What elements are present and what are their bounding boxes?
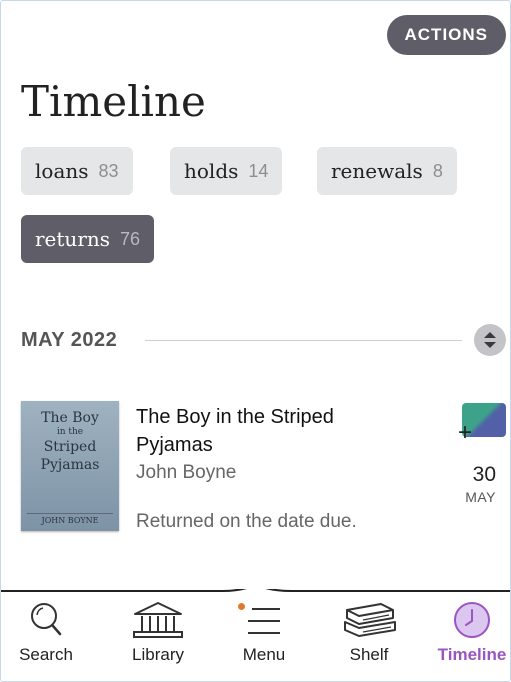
bottom-tab-bar: Search Library Menu Shelf Timeline [1, 589, 510, 681]
filter-chip-label: loans [35, 159, 89, 183]
month-header: MAY 2022 [21, 323, 506, 357]
cover-author: JOHN BOYNE [27, 513, 113, 525]
filter-chip-count: 8 [432, 160, 443, 181]
tab-library[interactable]: Library [113, 599, 203, 665]
tab-menu[interactable]: Menu [219, 599, 309, 665]
filter-chip-returns[interactable]: returns 76 [21, 215, 155, 263]
search-icon [29, 599, 63, 641]
filter-chip-label: returns [35, 227, 111, 251]
tab-label: Shelf [349, 645, 389, 664]
tab-label: Timeline [437, 645, 507, 664]
month-label: MAY 2022 [21, 328, 118, 351]
tab-timeline[interactable]: Timeline [427, 599, 510, 665]
cover-title-line: in the [56, 427, 84, 437]
filter-chip-label: holds [184, 159, 239, 183]
book-cover[interactable]: The Boy in the Striped Pyjamas JOHN BOYN… [21, 401, 119, 531]
clock-icon [452, 599, 492, 641]
tab-label: Library [132, 645, 184, 664]
filter-chip-renewals[interactable]: renewals 8 [317, 147, 457, 195]
actions-button[interactable]: ACTIONS [386, 15, 506, 55]
event-month: MAY [465, 489, 496, 505]
library-icon [129, 599, 187, 641]
event-day: 30 [472, 463, 496, 486]
tab-label: Menu [242, 645, 286, 664]
sort-updown-icon [484, 332, 496, 348]
app-frame: ACTIONS Timeline loans 83 holds 14 renew… [0, 0, 511, 682]
notification-dot [238, 603, 245, 610]
filter-chip-count: 83 [98, 160, 119, 181]
book-status: Returned on the date due. [136, 511, 357, 532]
page-title: Timeline [21, 77, 206, 126]
cover-title-line: The Boy [41, 410, 99, 426]
shelf-icon [341, 599, 397, 641]
tab-search[interactable]: Search [1, 599, 91, 665]
cover-title-line: Pyjamas [40, 457, 100, 473]
filter-chip-loans[interactable]: loans 83 [21, 147, 133, 195]
sort-toggle-button[interactable] [474, 324, 506, 356]
filter-chip-holds[interactable]: holds 14 [170, 147, 283, 195]
tab-label: Search [19, 645, 73, 664]
book-title[interactable]: The Boy in the Striped Pyjamas [136, 403, 386, 459]
filter-chip-count: 76 [120, 228, 141, 249]
cover-title-line: Striped [43, 439, 97, 455]
menu-icon [238, 599, 284, 641]
plus-icon: + [458, 419, 473, 446]
filter-chip-label: renewals [331, 159, 423, 183]
filter-chip-count: 14 [248, 160, 269, 181]
book-author: John Boyne [136, 462, 237, 483]
tab-shelf[interactable]: Shelf [324, 599, 414, 665]
month-divider [145, 339, 462, 341]
